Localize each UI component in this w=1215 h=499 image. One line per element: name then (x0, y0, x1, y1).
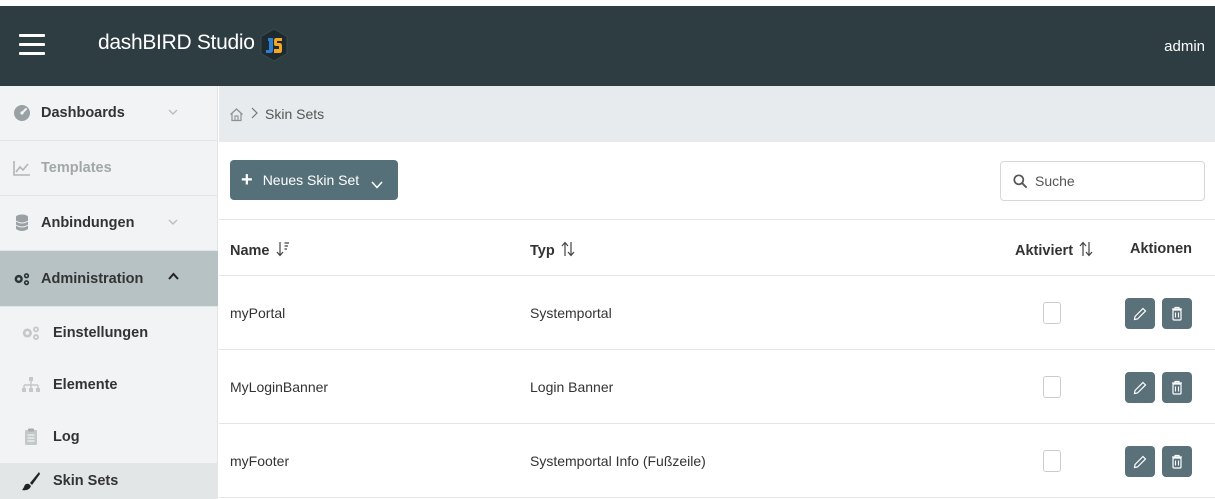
sidebar-subitem-elemente[interactable]: Elemente (0, 359, 218, 411)
column-label: Name (230, 242, 270, 259)
sidebar-subitem-log[interactable]: Log (0, 411, 218, 463)
sidebar-item-label: Dashboards (41, 105, 125, 121)
edit-button[interactable] (1125, 446, 1155, 477)
dashboard-gauge-icon (13, 104, 31, 122)
search-input[interactable] (1035, 173, 1195, 189)
hamburger-menu-icon[interactable] (19, 34, 45, 56)
home-icon[interactable] (229, 107, 244, 122)
active-checkbox[interactable] (1043, 450, 1061, 472)
user-name[interactable]: admin (1164, 38, 1205, 55)
column-label: Typ (530, 242, 555, 259)
pencil-icon (1133, 307, 1147, 320)
chevron-down-icon[interactable] (371, 176, 383, 189)
sidebar-subitem-skin-sets[interactable]: Skin Sets (0, 463, 218, 499)
cogs-icon (13, 270, 31, 288)
delete-button[interactable] (1162, 446, 1192, 477)
chevron-up-icon (168, 268, 179, 283)
cell-type: Login Banner (530, 379, 614, 395)
search-box[interactable] (1000, 161, 1205, 201)
dashbird-logo-icon (259, 28, 289, 62)
sort-icon[interactable] (1079, 241, 1093, 260)
cell-type: Systemportal Info (Fußzeile) (530, 453, 706, 469)
new-skin-set-button[interactable]: + Neues Skin Set (230, 160, 398, 200)
breadcrumb-separator-icon (251, 106, 258, 122)
app-title: dashBIRD Studio (98, 31, 255, 54)
sidebar-item-anbindungen[interactable]: Anbindungen (0, 196, 218, 251)
trash-icon (1172, 454, 1182, 469)
trash-icon (1172, 306, 1182, 321)
column-label: Aktiviert (1015, 242, 1074, 259)
chart-line-icon (13, 159, 31, 177)
cogs-icon (21, 323, 41, 343)
column-header-active[interactable]: Aktiviert (1015, 241, 1093, 260)
app-header: dashBIRD Studio admin (0, 6, 1215, 86)
breadcrumb: Skin Sets (219, 86, 1215, 142)
sidebar-subitem-label: Skin Sets (53, 473, 119, 489)
active-checkbox[interactable] (1043, 302, 1061, 324)
column-header-name[interactable]: Name (230, 241, 290, 260)
sidebar-item-label: Anbindungen (41, 215, 135, 231)
sidebar-item-label: Administration (41, 270, 144, 287)
chevron-down-icon (168, 216, 178, 228)
table-header: Name Typ Aktiviert Aktionen (219, 219, 1215, 276)
edit-button[interactable] (1125, 372, 1155, 403)
sort-icon[interactable] (561, 241, 575, 260)
skin-sets-table: Name Typ Aktiviert Aktionen myPortal Sys… (219, 219, 1215, 498)
cell-name: myPortal (230, 305, 286, 321)
breadcrumb-current: Skin Sets (265, 106, 325, 122)
delete-button[interactable] (1162, 298, 1192, 329)
sidebar-subitem-label: Log (53, 429, 80, 445)
column-label: Aktionen (1130, 241, 1193, 257)
new-skin-set-label: Neues Skin Set (262, 172, 360, 188)
plus-icon: + (241, 169, 253, 191)
sidebar-item-label: Templates (41, 160, 112, 176)
sort-descending-icon[interactable] (276, 241, 290, 260)
pencil-icon (1133, 381, 1147, 394)
sidebar: Dashboards Templates Anbindungen Adminis… (0, 86, 218, 499)
paintbrush-icon (21, 471, 41, 491)
pencil-icon (1133, 455, 1147, 468)
trash-icon (1172, 380, 1182, 395)
table-row[interactable]: myPortal Systemportal (219, 276, 1215, 350)
cell-name: myFooter (230, 453, 290, 469)
sidebar-subitem-label: Einstellungen (53, 325, 149, 341)
table-row[interactable]: myFooter Systemportal Info (Fußzeile) (219, 424, 1215, 498)
sitemap-icon (21, 375, 41, 395)
edit-button[interactable] (1125, 298, 1155, 329)
sidebar-item-templates[interactable]: Templates (0, 141, 218, 196)
sidebar-item-administration[interactable]: Administration (0, 251, 218, 307)
cell-type: Systemportal (530, 305, 612, 321)
sidebar-subitem-einstellungen[interactable]: Einstellungen (0, 307, 218, 359)
column-header-type[interactable]: Typ (530, 241, 575, 260)
cell-name: MyLoginBanner (230, 379, 329, 395)
clipboard-icon (21, 427, 41, 447)
database-icon (13, 214, 31, 232)
sidebar-subitem-label: Elemente (53, 377, 118, 393)
chevron-down-icon (168, 106, 178, 118)
delete-button[interactable] (1162, 372, 1192, 403)
column-header-actions: Aktionen (1130, 241, 1192, 257)
table-row[interactable]: MyLoginBanner Login Banner (219, 350, 1215, 424)
sidebar-item-dashboards[interactable]: Dashboards (0, 86, 218, 141)
search-icon (1013, 174, 1027, 188)
active-checkbox[interactable] (1043, 376, 1061, 398)
